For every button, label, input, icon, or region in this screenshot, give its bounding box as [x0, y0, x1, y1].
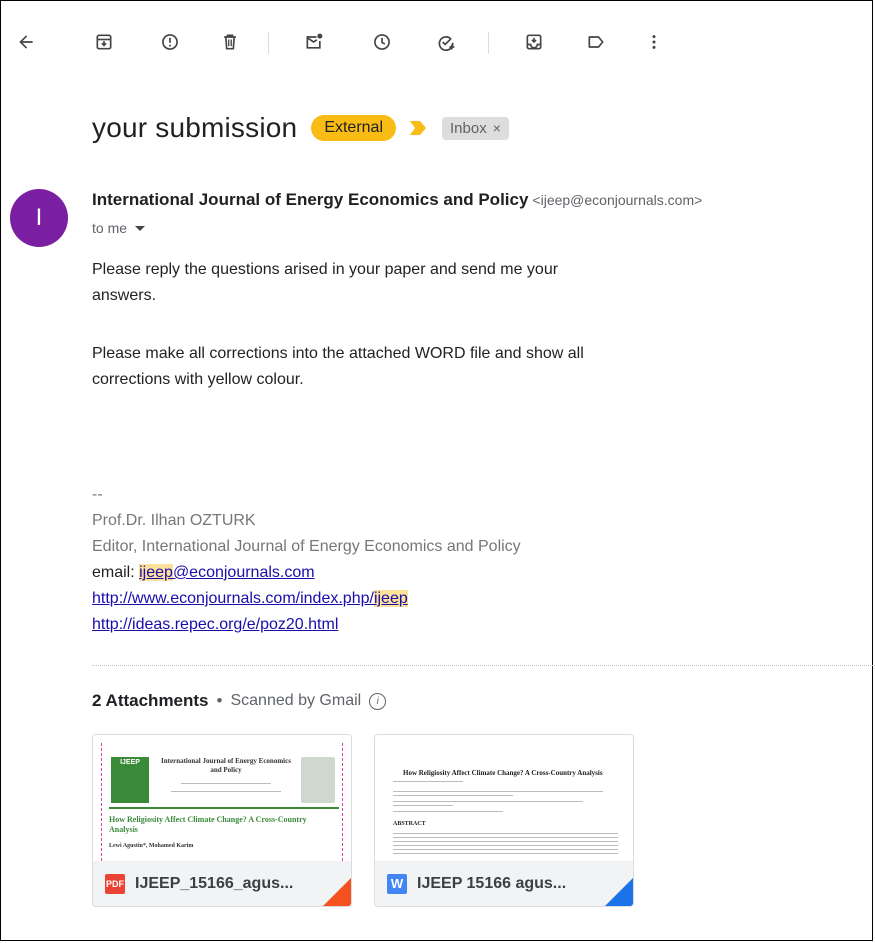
- signature-email-link[interactable]: ijeep@econjournals.com: [139, 564, 315, 581]
- signature-url-line: http://www.econjournals.com/index.php/ij…: [92, 586, 521, 612]
- subject-row: your submission External Inbox ×: [92, 108, 509, 148]
- sender-email: <ijeep@econjournals.com>: [532, 192, 703, 208]
- preview-text-line: [393, 853, 618, 854]
- signature: -- Prof.Dr. Ilhan OZTURK Editor, Interna…: [92, 482, 521, 638]
- preview-text-line: [393, 795, 513, 796]
- add-to-tasks-button[interactable]: [430, 22, 462, 62]
- scanned-by-gmail-text: Scanned by Gmail: [230, 692, 362, 709]
- mark-unread-button[interactable]: [298, 22, 330, 62]
- message-body-paragraph-2: Please make all corrections into the att…: [92, 341, 584, 393]
- delete-button[interactable]: [214, 22, 246, 62]
- journal-website-link[interactable]: http://www.econjournals.com/index.php/ij…: [92, 590, 408, 607]
- search-highlight: ijeep: [373, 590, 408, 607]
- separator-dot: •: [216, 691, 223, 710]
- mark-unread-icon: [306, 33, 323, 49]
- report-spam-button[interactable]: [154, 22, 186, 62]
- add-task-icon: [438, 36, 455, 51]
- attachments-count: 2 Attachments: [92, 691, 209, 710]
- preview-text-line: [393, 837, 618, 838]
- preview-authors: Lewi Agustin*, Mohamed Karim: [109, 843, 194, 849]
- file-corner-fold: [323, 878, 351, 906]
- attachment-footer: W IJEEP 15166 agus...: [375, 861, 633, 906]
- attachment-preview: How Religiosity Affect Climate Change? A…: [375, 735, 633, 861]
- delete-icon: [224, 34, 236, 50]
- move-to-icon: [526, 34, 542, 50]
- recipient-details-toggle[interactable]: to me: [92, 220, 146, 236]
- preview-text-line: [393, 849, 618, 850]
- toolbar-divider: [488, 32, 489, 54]
- avatar[interactable]: I: [10, 189, 68, 247]
- body-line: Please reply the questions arised in you…: [92, 261, 559, 278]
- importance-marker-icon[interactable]: [410, 121, 427, 135]
- more-vert-icon: [652, 35, 656, 49]
- archive-icon: [96, 34, 112, 50]
- preview-rule: [109, 807, 339, 809]
- preview-text-line: [393, 811, 503, 812]
- preview-paper-title: How Religiosity Affect Climate Change? A…: [403, 769, 603, 777]
- journal-cover-thumbnail: [301, 757, 335, 803]
- archive-button[interactable]: [88, 22, 120, 62]
- preview-paper-title: How Religiosity Affect Climate Change? A…: [109, 815, 307, 834]
- file-corner-fold: [605, 878, 633, 906]
- preview-journal-header: International Journal of Energy Economic…: [161, 757, 291, 774]
- journal-logo: IJEEP: [111, 757, 149, 803]
- email-rest: @econjournals.com: [172, 564, 315, 581]
- word-file-icon: W: [387, 873, 407, 894]
- preview-text-line: [393, 801, 583, 802]
- inbox-label-badge: Inbox ×: [442, 116, 509, 140]
- message-toolbar: [0, 22, 875, 62]
- signature-email-line: email: ijeep@econjournals.com: [92, 560, 521, 586]
- body-line: answers.: [92, 287, 157, 304]
- snooze-button[interactable]: [366, 22, 398, 62]
- external-badge: External: [311, 115, 397, 141]
- attachment-filename: IJEEP 15166 agus...: [417, 874, 567, 892]
- label-icon: [588, 36, 604, 48]
- preview-text-line: [393, 841, 618, 842]
- preview-text-line: [393, 845, 618, 846]
- attachment-card-word[interactable]: How Religiosity Affect Climate Change? A…: [374, 734, 634, 907]
- attachment-filename: IJEEP_15166_agus...: [135, 874, 294, 892]
- repec-link[interactable]: http://ideas.repec.org/e/poz20.html: [92, 616, 338, 633]
- attachments-divider: [92, 665, 875, 666]
- info-icon[interactable]: i: [369, 692, 387, 710]
- remove-label-icon[interactable]: ×: [493, 120, 501, 136]
- preview-text-line: [171, 791, 281, 792]
- back-arrow-icon: [19, 35, 33, 49]
- url-main: http://www.econjournals.com/index.php/: [92, 590, 374, 607]
- attachment-card-pdf[interactable]: IJEEP International Journal of Energy Ec…: [92, 734, 352, 907]
- message-body-paragraph-1: Please reply the questions arised in you…: [92, 257, 558, 309]
- signature-url-line: http://ideas.repec.org/e/poz20.html: [92, 612, 521, 638]
- chevron-down-icon: [135, 225, 146, 231]
- preview-text-line: [393, 781, 463, 782]
- attachment-preview: IJEEP International Journal of Energy Ec…: [93, 735, 351, 861]
- email-label: email:: [92, 564, 140, 581]
- subject-title: your submission: [92, 112, 298, 143]
- preview-text-line: [393, 833, 618, 834]
- report-spam-icon: [162, 34, 178, 50]
- back-button[interactable]: [10, 22, 42, 62]
- labels-button[interactable]: [580, 22, 612, 62]
- snooze-icon: [374, 34, 390, 50]
- sender-row: International Journal of Energy Economic…: [92, 190, 702, 210]
- preview-text-line: [181, 783, 271, 784]
- body-line: corrections with yellow colour.: [92, 371, 304, 388]
- inbox-label-text: Inbox: [450, 119, 487, 137]
- body-line: Please make all corrections into the att…: [92, 345, 584, 362]
- preview-text-line: [393, 805, 453, 806]
- attachments-header: 2 Attachments • Scanned by Gmail i: [92, 691, 387, 711]
- search-highlight: ijeep: [139, 564, 173, 581]
- preview-text-line: [393, 791, 603, 792]
- sender-name[interactable]: International Journal of Energy Economic…: [92, 190, 528, 209]
- move-to-button[interactable]: [518, 22, 550, 62]
- signature-name: Prof.Dr. Ilhan OZTURK: [92, 512, 256, 529]
- preview-abstract-heading: ABSTRACT: [393, 821, 426, 827]
- more-options-button[interactable]: [638, 22, 670, 62]
- toolbar-divider: [268, 32, 269, 54]
- signature-role: Editor, International Journal of Energy …: [92, 538, 521, 555]
- pdf-file-icon: PDF: [105, 873, 125, 894]
- attachment-footer: PDF IJEEP_15166_agus...: [93, 861, 351, 906]
- signature-dashes: --: [92, 486, 103, 503]
- recipient-text: to me: [92, 220, 128, 236]
